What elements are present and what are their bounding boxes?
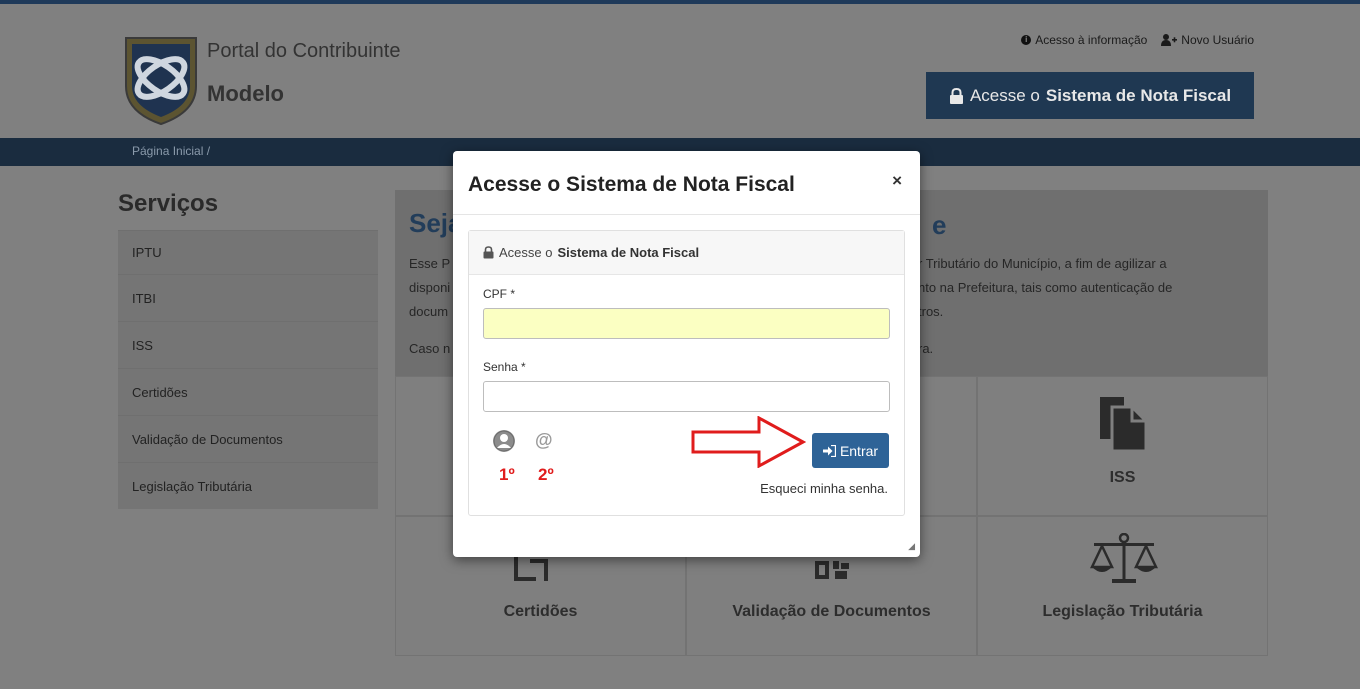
- new-user-label: Novo Usuário: [1181, 33, 1254, 47]
- welcome-text-right: r Tributário do Município, a fim de agil…: [918, 256, 1167, 271]
- email-login-icon[interactable]: @: [535, 430, 553, 451]
- welcome-title-right: e: [932, 210, 947, 240]
- sidebar-item-legislacao[interactable]: Legislação Tributária: [118, 462, 378, 509]
- top-links: i Acesso à informação Novo Usuário: [1021, 33, 1254, 47]
- login-modal: Acesse o Sistema de Nota Fiscal × Acesse…: [453, 151, 920, 557]
- access-info-link[interactable]: i Acesso à informação: [1021, 33, 1147, 47]
- sidebar-item-iptu[interactable]: IPTU: [118, 230, 378, 274]
- modal-title: Acesse o Sistema de Nota Fiscal: [468, 173, 795, 196]
- info-icon: i: [1021, 35, 1032, 45]
- tile-validacao-label: Validação de Documentos: [732, 603, 931, 620]
- certificate-login-icon[interactable]: [493, 430, 515, 452]
- welcome-text-left: Caso n: [409, 341, 451, 356]
- welcome-text-right: ra.: [918, 341, 934, 356]
- portal-logo: [125, 37, 197, 126]
- tile-legislacao-label: Legislação Tributária: [1042, 603, 1203, 620]
- sign-in-icon: [822, 444, 836, 457]
- breadcrumb[interactable]: Página Inicial /: [132, 144, 210, 158]
- system-button-bold: Sistema de Nota Fiscal: [1045, 85, 1232, 105]
- services-menu: IPTU ITBI ISS Certidões Validação de Doc…: [118, 230, 378, 509]
- tile-iss[interactable]: ISS: [977, 376, 1268, 516]
- password-label: Senha *: [483, 360, 526, 374]
- enter-button-label: Entrar: [839, 442, 879, 459]
- nota-fiscal-system-button[interactable]: Acesse o Sistema de Nota Fiscal: [926, 72, 1254, 119]
- enter-button[interactable]: Entrar: [812, 433, 889, 468]
- system-button-prefix: Acesse o: [969, 85, 1040, 105]
- services-title: Serviços: [118, 190, 219, 217]
- welcome-text-left: docum: [409, 304, 449, 319]
- qr-code-icon: [815, 561, 849, 579]
- login-panel: Acesse o Sistema de Nota Fiscal CPF * Se…: [468, 230, 905, 516]
- sidebar-item-iss[interactable]: ISS: [118, 321, 378, 368]
- user-icon: [493, 430, 515, 452]
- sidebar-item-itbi[interactable]: ITBI: [118, 274, 378, 321]
- modal-divider: [453, 214, 920, 215]
- annotation-second: 2º: [538, 465, 554, 484]
- tile-iss-label: ISS: [1109, 469, 1136, 486]
- sidebar-item-certidoes[interactable]: Certidões: [118, 368, 378, 415]
- tile-certidoes-label: Certidões: [503, 603, 578, 620]
- forgot-password-link[interactable]: Esqueci minha senha.: [760, 481, 888, 496]
- certificate-icon: [514, 557, 548, 581]
- cpf-field[interactable]: [483, 308, 890, 339]
- brand-subtitle: Modelo: [207, 81, 284, 106]
- tile-legislacao[interactable]: Legislação Tributária: [977, 516, 1268, 656]
- password-field[interactable]: [483, 381, 890, 412]
- access-info-label: Acesso à informação: [1035, 33, 1148, 47]
- scales-icon: [1090, 533, 1158, 583]
- cpf-label: CPF *: [483, 287, 516, 301]
- add-user-icon: [1161, 34, 1178, 46]
- sidebar-item-validacao[interactable]: Validação de Documentos: [118, 415, 378, 462]
- brand-title: Portal do Contribuinte: [207, 40, 401, 62]
- site-header: Portal do Contribuinte Modelo i Acesso à…: [0, 4, 1360, 138]
- panel-header-bold: Sistema de Nota Fiscal: [557, 245, 700, 260]
- annotation-first: 1º: [499, 465, 515, 484]
- resize-handle-icon[interactable]: ◢: [908, 541, 915, 552]
- welcome-text-left: Esse P: [409, 256, 451, 271]
- close-icon[interactable]: ×: [892, 171, 902, 191]
- welcome-text-right: tros.: [918, 304, 944, 319]
- new-user-link[interactable]: Novo Usuário: [1161, 33, 1254, 47]
- login-panel-header: Acesse o Sistema de Nota Fiscal: [469, 231, 904, 275]
- lock-icon: [483, 246, 494, 259]
- welcome-text-right: nto na Prefeitura, tais como autenticaçã…: [918, 280, 1173, 295]
- lock-icon: [949, 87, 963, 104]
- iss-document-icon: [1100, 397, 1148, 453]
- panel-header-prefix: Acesse o: [499, 245, 553, 260]
- annotation-arrow-icon: [691, 416, 806, 468]
- welcome-text-left: disponi: [409, 280, 451, 295]
